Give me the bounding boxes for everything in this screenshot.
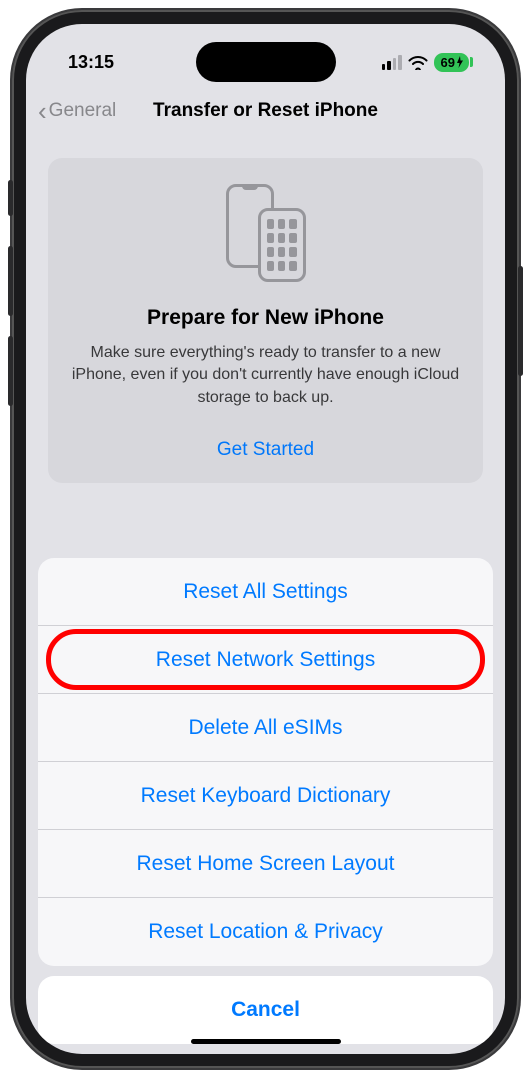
mute-switch bbox=[8, 180, 13, 216]
annotation-highlight bbox=[46, 629, 485, 690]
volume-up-button bbox=[8, 246, 13, 316]
power-button bbox=[518, 266, 523, 376]
reset-option-4[interactable]: Reset Home Screen Layout bbox=[38, 830, 493, 898]
screen: 13:15 69 ‹ General Transfer or Reset iPh… bbox=[26, 24, 505, 1054]
volume-down-button bbox=[8, 336, 13, 406]
phone-frame: 13:15 69 ‹ General Transfer or Reset iPh… bbox=[12, 10, 519, 1068]
reset-action-sheet: Reset All SettingsReset Network Settings… bbox=[38, 558, 493, 966]
cancel-button[interactable]: Cancel bbox=[38, 976, 493, 1044]
action-sheet-overlay[interactable]: Reset All SettingsReset Network Settings… bbox=[26, 24, 505, 1054]
reset-option-5[interactable]: Reset Location & Privacy bbox=[38, 898, 493, 966]
home-indicator[interactable] bbox=[191, 1039, 341, 1044]
reset-option-1[interactable]: Reset Network Settings bbox=[38, 626, 493, 694]
reset-option-2[interactable]: Delete All eSIMs bbox=[38, 694, 493, 762]
reset-option-3[interactable]: Reset Keyboard Dictionary bbox=[38, 762, 493, 830]
dynamic-island bbox=[196, 42, 336, 82]
reset-option-0[interactable]: Reset All Settings bbox=[38, 558, 493, 626]
